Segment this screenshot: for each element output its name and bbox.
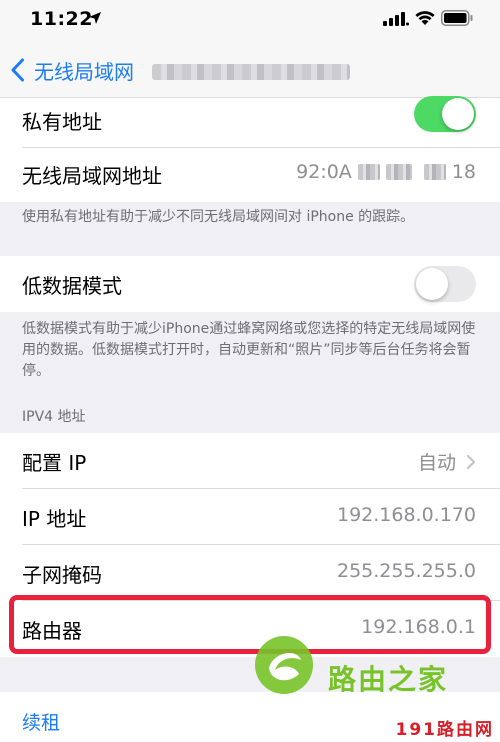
privacy-group: 私有地址 无线局域网地址 92:0A 18 — [0, 96, 500, 202]
toggle-knob — [442, 98, 474, 130]
low-data-toggle[interactable] — [414, 266, 476, 302]
ip-address-label: IP 地址 — [22, 507, 87, 531]
nav-bar: 无线局域网 — [0, 40, 500, 98]
low-data-group: 低数据模式 — [0, 256, 500, 312]
cellular-signal-icon — [383, 12, 409, 26]
back-button[interactable]: 无线局域网 — [10, 56, 134, 84]
back-label: 无线局域网 — [34, 59, 134, 84]
configure-ip-label: 配置 IP — [22, 451, 87, 475]
ip-address-row: IP 地址 192.168.0.170 — [0, 489, 500, 545]
redacted-block — [385, 164, 412, 180]
watermark-corner: 191路由网 — [395, 720, 494, 740]
router-highlight-box — [9, 595, 491, 654]
toggle-knob — [416, 268, 448, 300]
ipv4-section-header: IPV4 地址 — [22, 409, 86, 425]
wifi-address-prefix: 92:0A — [296, 161, 352, 183]
configure-ip-value-wrap: 自动 — [418, 448, 476, 475]
low-data-footnote: 低数据模式有助于减少iPhone通过蜂窝网络或您选择的特定无线局域网使用的数据。… — [22, 321, 476, 379]
redacted-block — [423, 164, 446, 180]
private-address-label: 私有地址 — [22, 110, 102, 134]
subnet-mask-row: 子网掩码 255.255.255.0 — [0, 545, 500, 601]
wifi-address-suffix: 18 — [451, 161, 476, 183]
subnet-mask-label: 子网掩码 — [22, 563, 102, 587]
battery-icon — [441, 10, 473, 26]
location-arrow-icon — [89, 12, 101, 24]
private-address-footnote: 使用私有地址有助于减少不同无线局域网间对 iPhone 的跟踪。 — [22, 209, 415, 225]
wifi-address-value: 92:0A 18 — [296, 161, 476, 183]
redacted-block — [357, 164, 380, 180]
wifi-address-row: 无线局域网地址 92:0A 18 — [0, 146, 500, 202]
wifi-address-label: 无线局域网地址 — [22, 164, 162, 188]
watermark-logo-icon — [255, 636, 313, 694]
subnet-mask-value: 255.255.255.0 — [336, 560, 476, 582]
network-name-redacted — [152, 64, 350, 80]
status-bar: 11:22 — [0, 0, 500, 40]
status-time: 11:22 — [30, 8, 93, 30]
watermark-brand: 路由之家 — [328, 663, 449, 696]
wifi-icon — [415, 11, 435, 25]
configure-ip-row[interactable]: 配置 IP 自动 — [0, 433, 500, 489]
private-address-row: 私有地址 — [0, 92, 500, 148]
chevron-right-icon — [466, 454, 476, 470]
private-address-toggle[interactable] — [414, 96, 476, 132]
renew-lease-button[interactable]: 续租 — [22, 708, 60, 735]
low-data-row: 低数据模式 — [0, 256, 500, 312]
configure-ip-value: 自动 — [417, 452, 456, 474]
ip-address-value: 192.168.0.170 — [336, 504, 476, 526]
back-chevron-icon — [11, 58, 24, 82]
low-data-label: 低数据模式 — [22, 274, 122, 298]
